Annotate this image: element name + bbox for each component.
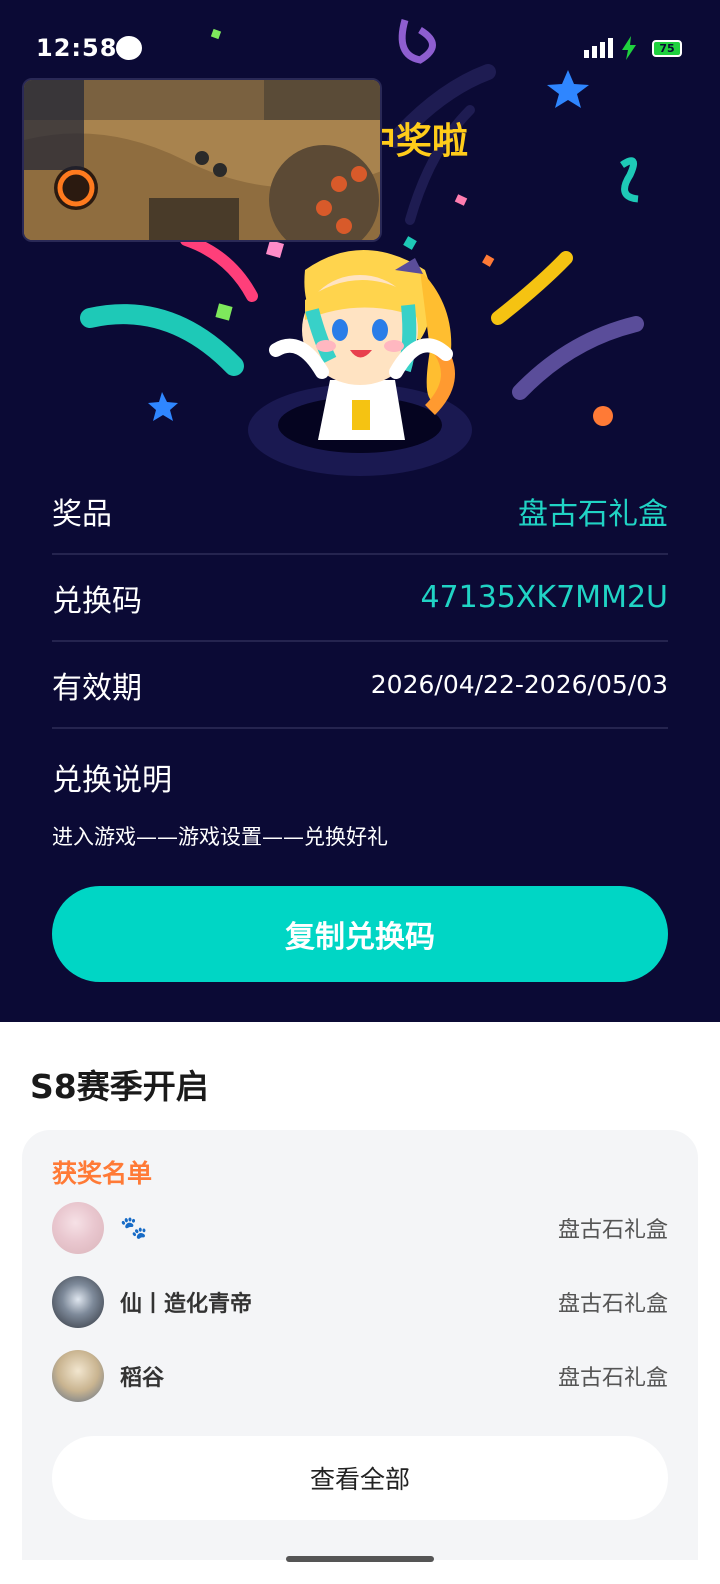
winner-prize: 盘古石礼盒 [557,1292,668,1317]
instructions-text: 进入游戏——游戏设置——兑换好礼 [52,825,388,849]
redeem-code-value[interactable]: 47135XK7MM2U [420,580,668,615]
winner-prize: 盘古石礼盒 [557,1366,668,1391]
winner-name: 稻谷 [120,1366,165,1391]
code-row: 兑换码 47135XK7MM2U [52,555,668,642]
game-video-thumbnail[interactable] [22,78,382,242]
winner-row: 仙丨造化青帝 盘古石礼盒 [52,1274,668,1330]
instructions: 兑换说明 进入游戏——游戏设置——兑换好礼 [52,729,668,851]
winner-prize: 盘古石礼盒 [557,1218,668,1243]
winner-row: 稻谷 盘古石礼盒 [52,1348,668,1404]
battery-icon: 75 [652,40,682,57]
signal-icon [584,38,613,58]
validity-row: 有效期 2026/04/22-2026/05/03 [52,642,668,729]
prize-value: 盘古石礼盒 [518,496,668,532]
winners-title: 获奖名单 [52,1159,153,1188]
validity-label: 有效期 [52,670,142,706]
code-label: 兑换码 [52,583,142,619]
validity-value: 2026/04/22-2026/05/03 [370,670,668,699]
prize-info: 奖品 盘古石礼盒 兑换码 47135XK7MM2U 有效期 2026/04/22… [52,468,668,851]
season-title: S8赛季开启 [30,1067,209,1106]
view-all-button[interactable]: 查看全部 [52,1436,668,1520]
prize-label: 奖品 [52,496,112,532]
prize-row: 奖品 盘古石礼盒 [52,468,668,555]
winner-name: 仙丨造化青帝 [120,1292,253,1317]
avatar [52,1350,104,1402]
copy-code-button[interactable]: 复制兑换码 [52,886,668,982]
avatar [52,1202,104,1254]
home-indicator[interactable] [286,1556,434,1562]
instructions-label: 兑换说明 [52,763,172,798]
winner-name: 🐾 [120,1215,148,1241]
status-time: 12:58 [36,34,118,62]
prize-hero: 12:58 75 中奖啦 奖品 盘古石礼盒 兑换码 47135XK7MM2U 有… [0,0,720,1022]
winners-card: 获奖名单 🐾 盘古石礼盒 仙丨造化青帝 盘古石礼盒 稻谷 盘古石礼盒 查看全部 [22,1130,698,1560]
winner-row: 🐾 盘古石礼盒 [52,1200,668,1256]
chat-icon [116,36,142,60]
avatar [52,1276,104,1328]
charging-icon [622,36,636,60]
game-scene-image [24,80,380,240]
